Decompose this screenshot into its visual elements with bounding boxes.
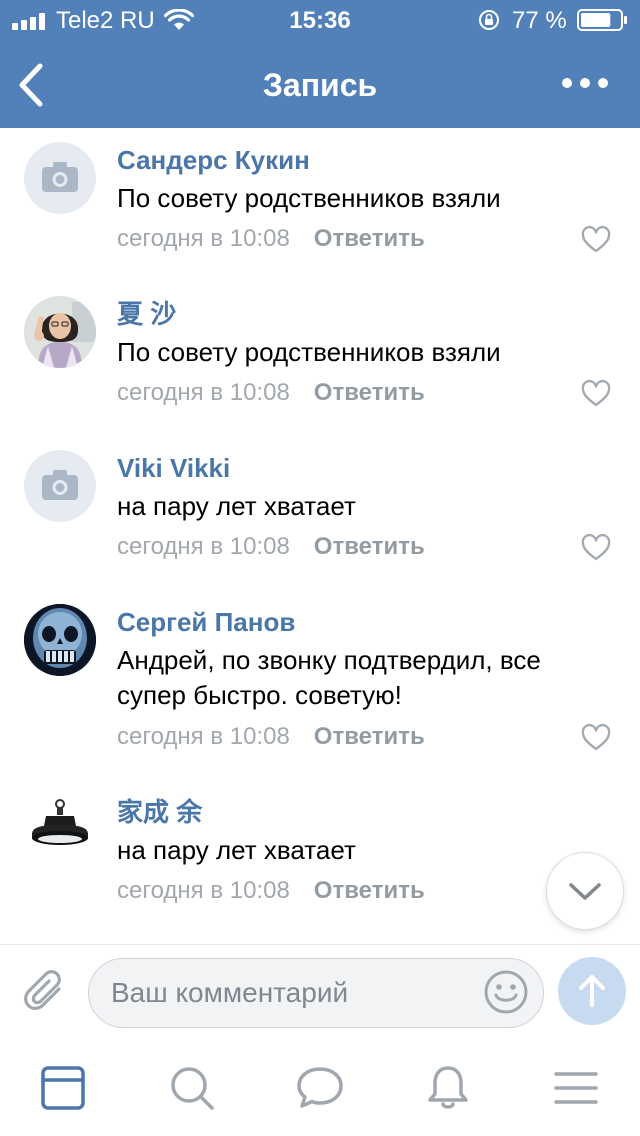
like-icon[interactable] — [581, 380, 611, 408]
comment-text: Андрей, по звонку подтвердил, все супер … — [117, 645, 541, 710]
chevron-down-icon — [569, 883, 601, 900]
comment-item: Сандерс Кукин По совету родственников вз… — [0, 128, 640, 282]
skull-photo — [24, 604, 96, 676]
nav-bar: Запись — [0, 42, 640, 128]
comment-author[interactable]: Сергей Панов — [117, 606, 295, 638]
like-icon[interactable] — [581, 724, 611, 752]
comment-time: сегодня в 10:08 — [117, 379, 290, 406]
reply-button[interactable]: Ответить — [314, 379, 425, 406]
avatar[interactable] — [24, 450, 96, 522]
more-dots-icon — [562, 78, 608, 88]
comment-text: на пару лет хватает — [117, 835, 356, 865]
comment-item: 家成 余 на пару лет хватает сегодня в 10:08… — [0, 780, 640, 944]
messages-icon — [297, 1067, 343, 1108]
camera-icon — [42, 470, 78, 500]
reply-button[interactable]: Ответить — [314, 533, 425, 560]
status-bar: Tele2 RU 15:36 77 % — [0, 0, 640, 42]
comment-meta: сегодня в 10:08 Ответить — [117, 876, 425, 906]
comment-item: 夏 沙 По совету родственников взяли сегодн… — [0, 282, 640, 436]
lamp-photo — [24, 794, 96, 866]
battery-icon — [577, 9, 627, 31]
tab-news[interactable] — [40, 1064, 88, 1112]
avatar[interactable] — [24, 794, 96, 866]
comments-list: Сандерс Кукин По совету родственников вз… — [0, 128, 640, 944]
more-button[interactable] — [560, 70, 610, 96]
comment-author[interactable]: 家成 余 — [117, 796, 202, 828]
person-photo — [24, 296, 96, 368]
chevron-left-icon — [19, 63, 43, 107]
tab-bar — [0, 1040, 640, 1136]
avatar[interactable] — [24, 296, 96, 368]
avatar[interactable] — [24, 142, 96, 214]
comment-meta: сегодня в 10:08 Ответить — [117, 378, 425, 408]
comment-meta: сегодня в 10:08 Ответить — [117, 722, 425, 752]
tab-menu[interactable] — [552, 1064, 600, 1112]
comment-time: сегодня в 10:08 — [117, 877, 290, 904]
like-icon[interactable] — [581, 226, 611, 254]
comment-text: По совету родственников взяли — [117, 183, 501, 213]
battery-percent: 77 % — [512, 7, 567, 34]
comment-meta: сегодня в 10:08 Ответить — [117, 224, 425, 254]
comment-input-wrapper — [88, 958, 544, 1028]
send-button[interactable] — [558, 957, 626, 1025]
comment-text: По совету родственников взяли — [117, 337, 501, 367]
avatar[interactable] — [24, 604, 96, 676]
menu-icon — [554, 1072, 598, 1104]
reply-button[interactable]: Ответить — [314, 723, 425, 750]
comment-item: Viki Vikki на пару лет хватает сегодня в… — [0, 436, 640, 590]
reply-button[interactable]: Ответить — [314, 877, 425, 904]
rotation-lock-icon — [479, 10, 499, 30]
comment-time: сегодня в 10:08 — [117, 533, 290, 560]
page-title: Запись — [262, 67, 378, 103]
tab-notifications[interactable] — [424, 1064, 472, 1112]
comment-author[interactable]: 夏 沙 — [117, 298, 176, 330]
comment-time: сегодня в 10:08 — [117, 723, 290, 750]
tab-search[interactable] — [168, 1064, 216, 1112]
notifications-icon — [428, 1066, 468, 1109]
arrow-up-icon — [579, 975, 605, 1007]
scroll-down-button[interactable] — [546, 852, 624, 930]
comment-author[interactable]: Viki Vikki — [117, 452, 230, 484]
comment-input[interactable] — [111, 959, 481, 1026]
attach-icon[interactable] — [22, 967, 68, 1015]
comment-meta: сегодня в 10:08 Ответить — [117, 532, 425, 562]
news-icon — [41, 1066, 85, 1110]
comment-item: Сергей Панов Андрей, по звонку подтверди… — [0, 590, 640, 780]
search-icon — [171, 1067, 214, 1110]
camera-icon — [42, 162, 78, 192]
comment-time: сегодня в 10:08 — [117, 225, 290, 252]
tab-messages[interactable] — [296, 1064, 344, 1112]
like-icon[interactable] — [581, 534, 611, 562]
comment-text: на пару лет хватает — [117, 491, 356, 521]
comment-author[interactable]: Сандерс Кукин — [117, 144, 310, 176]
back-button[interactable] — [12, 60, 52, 110]
header: Tele2 RU 15:36 77 % Запись — [0, 0, 640, 128]
reply-button[interactable]: Ответить — [314, 225, 425, 252]
comment-composer — [0, 944, 640, 1041]
emoji-icon[interactable] — [483, 969, 529, 1015]
